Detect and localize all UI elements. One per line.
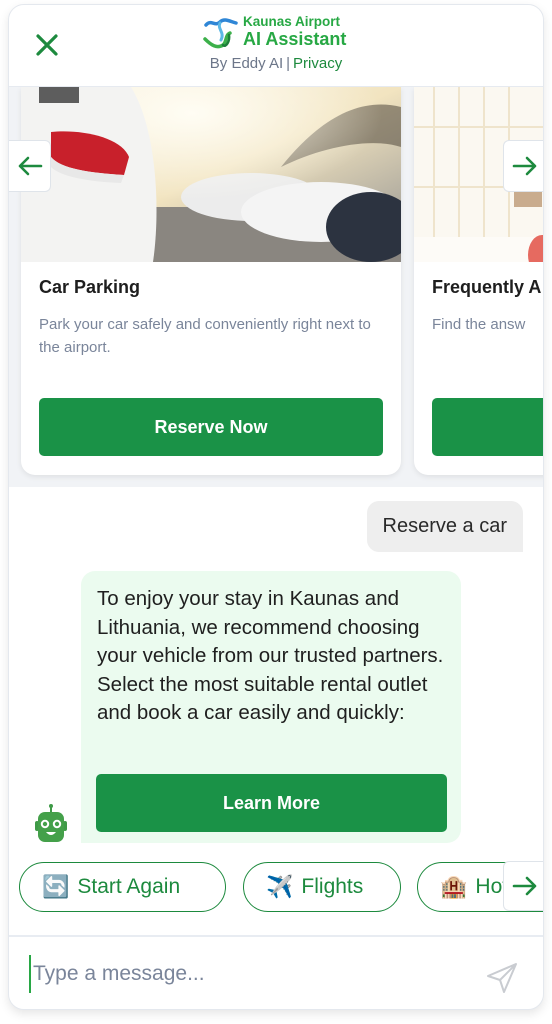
carousel-prev-button[interactable] [9, 140, 51, 192]
chat-widget: Kaunas Airport AI Assistant By Eddy AI | P… [8, 4, 544, 1010]
quick-replies: 🔄 Start Again ✈️ Flights 🏨 Hotels [9, 857, 543, 913]
arrow-right-icon [512, 156, 536, 176]
hotel-icon: 🏨 [440, 874, 468, 899]
quick-reply-label: Flights [301, 875, 364, 898]
card-title: Frequently A [432, 277, 542, 297]
arrow-right-icon [512, 876, 536, 896]
message-composer [9, 935, 543, 1009]
card-description: Find the answ [432, 316, 526, 333]
user-message: Reserve a car [366, 501, 523, 552]
quick-reply-label: Start Again [77, 875, 181, 898]
chat-messages: Reserve a car To enjoy your stay in Kaun… [9, 487, 543, 935]
privacy-link[interactable]: Privacy [293, 55, 342, 72]
airplane-icon: ✈️ [266, 874, 294, 899]
bot-message-text: To enjoy your stay in Kaunas and Lithuan… [97, 587, 444, 725]
bot-avatar [31, 803, 71, 845]
robot-icon [35, 804, 67, 842]
bot-message: To enjoy your stay in Kaunas and Lithuan… [81, 571, 461, 843]
card-description: Park your car safely and conveniently ri… [39, 316, 371, 356]
message-input[interactable] [29, 955, 469, 993]
carousel-card: Car Parking Park your car safely and con… [21, 87, 401, 475]
logo-line-2: AI Assistant [243, 29, 347, 49]
quick-reply-flights[interactable]: ✈️ Flights [243, 862, 401, 912]
kaunas-airport-logo-icon [203, 18, 238, 49]
carousel-next-button[interactable] [503, 140, 543, 192]
repeat-icon: 🔄 [42, 874, 70, 899]
byline: By Eddy AI | Privacy [9, 55, 543, 72]
logo-line-1: Kaunas Airport [243, 14, 341, 29]
service-carousel: Car Parking Park your car safely and con… [9, 87, 543, 487]
card-action-button[interactable] [432, 398, 543, 456]
logo: Kaunas Airport AI Assistant [203, 13, 363, 53]
car-parking-image [21, 87, 401, 262]
quick-replies-next-button[interactable] [503, 861, 543, 911]
header: Kaunas Airport AI Assistant By Eddy AI | P… [9, 5, 543, 87]
byline-text: By Eddy AI [209, 55, 284, 72]
learn-more-button[interactable]: Learn More [96, 774, 447, 832]
send-button[interactable] [485, 961, 519, 995]
quick-reply-start-again[interactable]: 🔄 Start Again [19, 862, 226, 912]
reserve-now-button[interactable]: Reserve Now [39, 398, 383, 456]
send-icon [487, 963, 517, 993]
arrow-left-icon [18, 156, 42, 176]
byline-divider: | [286, 55, 291, 72]
card-title: Car Parking [39, 277, 141, 297]
